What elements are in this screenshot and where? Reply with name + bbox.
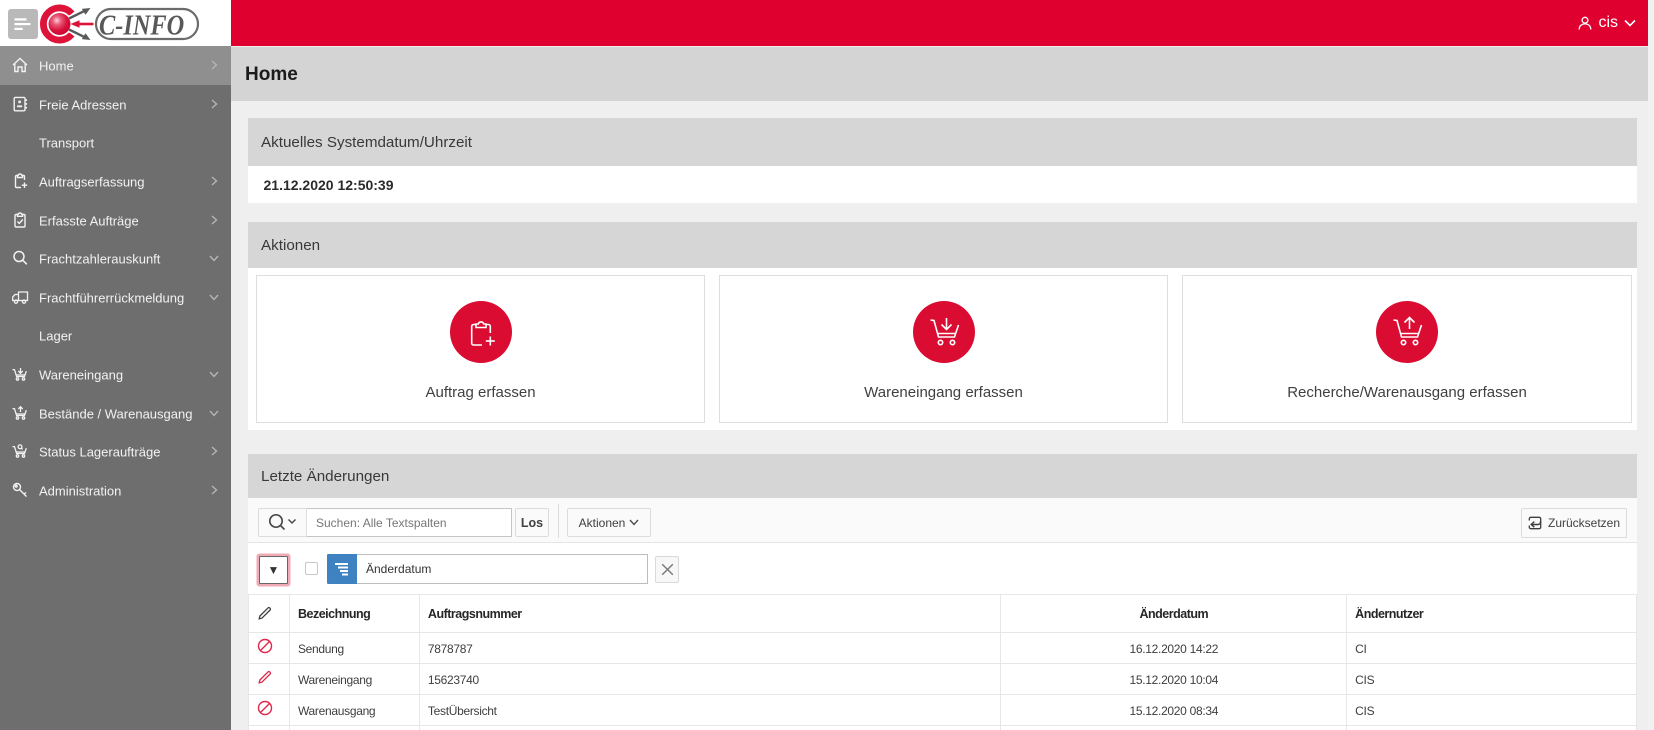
svg-text:C-INFO: C-INFO — [99, 9, 184, 41]
